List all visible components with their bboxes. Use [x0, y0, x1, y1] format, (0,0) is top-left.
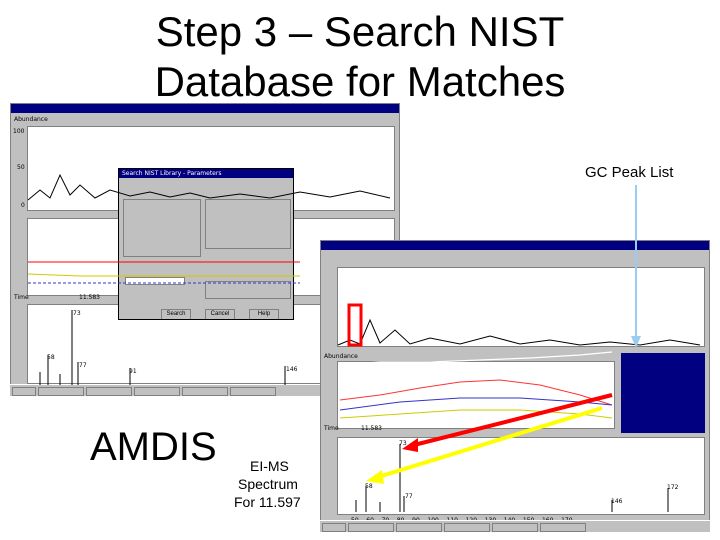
ei-ms-label-line3: For 11.597 — [234, 494, 301, 510]
back-component-trace-yellow — [27, 273, 300, 277]
arrow-red-head — [402, 438, 418, 452]
ei-ms-label-line1: EI-MS — [250, 458, 289, 474]
front-component-trace-white — [339, 351, 613, 366]
back-spectrum-bars — [39, 310, 286, 385]
arrow-yellow-head — [366, 470, 384, 484]
front-tic-trace — [337, 318, 701, 346]
back-tic-trace — [27, 173, 391, 201]
arrow-red — [409, 393, 613, 448]
highlight-rectangle — [347, 303, 363, 347]
front-spectrum-bars — [355, 444, 669, 512]
gc-peak-list-label: GC Peak List — [585, 164, 674, 181]
arrow-yellow — [374, 406, 603, 480]
amdis-label: AMDIS — [90, 425, 217, 469]
ei-ms-label-line2: Spectrum — [238, 476, 298, 492]
arrow-lightblue-head — [631, 336, 641, 348]
